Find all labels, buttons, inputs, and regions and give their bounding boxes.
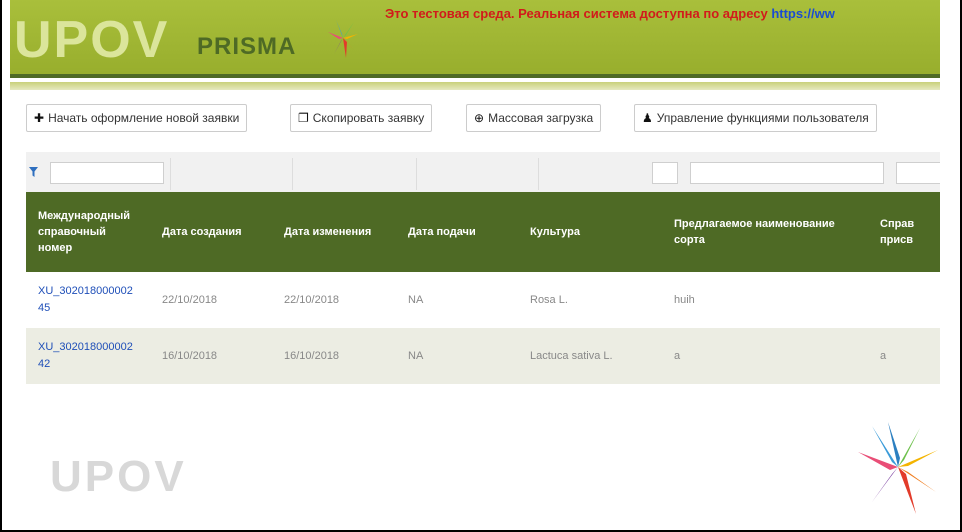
column-header[interactable]: Международный справочный номер — [26, 192, 150, 272]
denomination-cell: huih — [662, 272, 868, 328]
star-logo-icon — [328, 20, 358, 58]
header-separator — [10, 82, 940, 90]
app: UPOV PRISMA Это тестовая среда. Реальная… — [10, 0, 940, 395]
filter-separator — [416, 158, 417, 190]
created-cell: 16/10/2018 — [150, 328, 272, 384]
applications-grid: Международный справочный номер Дата созд… — [26, 152, 940, 384]
user-roles-button[interactable]: ♟ Управление функциями пользователя — [634, 104, 877, 132]
filter-input-ref[interactable] — [896, 162, 940, 184]
table-row[interactable]: XU_30201800000242 16/10/2018 16/10/2018 … — [26, 328, 940, 384]
column-header[interactable]: Культура — [518, 192, 662, 272]
footer-upov-logo: UPOV — [50, 452, 187, 501]
table-header-row: Международный справочный номер Дата созд… — [26, 192, 940, 272]
id-cell: XU_30201800000242 — [26, 328, 150, 384]
new-application-button[interactable]: ✚ Начать оформление новой заявки — [26, 104, 248, 132]
filed-cell: NA — [396, 328, 518, 384]
copy-application-button[interactable]: ❐ Скопировать заявку — [290, 104, 433, 132]
copy-application-label: Скопировать заявку — [312, 111, 425, 125]
filed-cell: NA — [396, 272, 518, 328]
upload-icon: ⊕ — [474, 111, 485, 125]
filter-row — [26, 152, 940, 192]
test-notice-text: Это тестовая среда. Реальная система дос… — [385, 6, 772, 21]
column-header[interactable]: Дата создания — [150, 192, 272, 272]
user-icon: ♟ — [642, 111, 653, 125]
header: UPOV PRISMA Это тестовая среда. Реальная… — [10, 0, 940, 78]
prisma-logo-text: PRISMA — [197, 33, 297, 60]
modified-cell: 22/10/2018 — [272, 272, 396, 328]
filter-separator — [170, 158, 171, 190]
bulk-upload-label: Массовая загрузка — [488, 111, 594, 125]
test-environment-notice: Это тестовая среда. Реальная система дос… — [385, 6, 835, 21]
production-link[interactable]: https://ww — [771, 6, 835, 21]
filter-input-crop[interactable] — [652, 162, 678, 184]
ref-cell — [868, 272, 940, 328]
column-header[interactable]: Дата изменения — [272, 192, 396, 272]
application-id-link[interactable]: XU_30201800000245 — [38, 285, 133, 314]
filter-separator — [538, 158, 539, 190]
id-cell: XU_30201800000245 — [26, 272, 150, 328]
bulk-upload-button[interactable]: ⊕ Массовая загрузка — [466, 104, 602, 132]
table-row[interactable]: XU_30201800000245 22/10/2018 22/10/2018 … — [26, 272, 940, 328]
user-roles-label: Управление функциями пользователя — [656, 111, 869, 125]
column-header[interactable]: Предлагаемое наименование сорта — [662, 192, 868, 272]
column-header[interactable]: Дата подачи — [396, 192, 518, 272]
modified-cell: 16/10/2018 — [272, 328, 396, 384]
footer-star-logo-icon — [858, 422, 938, 514]
column-header[interactable]: Справ присв — [868, 192, 940, 272]
crop-cell: Lactuca sativa L. — [518, 328, 662, 384]
copy-icon: ❐ — [298, 111, 309, 125]
filter-input-id[interactable] — [50, 162, 164, 184]
toolbar: ✚ Начать оформление новой заявки ❐ Скопи… — [10, 90, 940, 144]
plus-icon: ✚ — [34, 111, 45, 125]
crop-cell: Rosa L. — [518, 272, 662, 328]
upov-logo: UPOV — [14, 11, 170, 69]
new-application-label: Начать оформление новой заявки — [48, 111, 240, 125]
created-cell: 22/10/2018 — [150, 272, 272, 328]
ref-cell: a — [868, 328, 940, 384]
filter-separator — [292, 158, 293, 190]
denomination-cell: a — [662, 328, 868, 384]
application-id-link[interactable]: XU_30201800000242 — [38, 341, 133, 370]
funnel-icon[interactable] — [29, 167, 38, 177]
applications-table: Международный справочный номер Дата созд… — [26, 192, 940, 384]
filter-input-denomination[interactable] — [690, 162, 884, 184]
